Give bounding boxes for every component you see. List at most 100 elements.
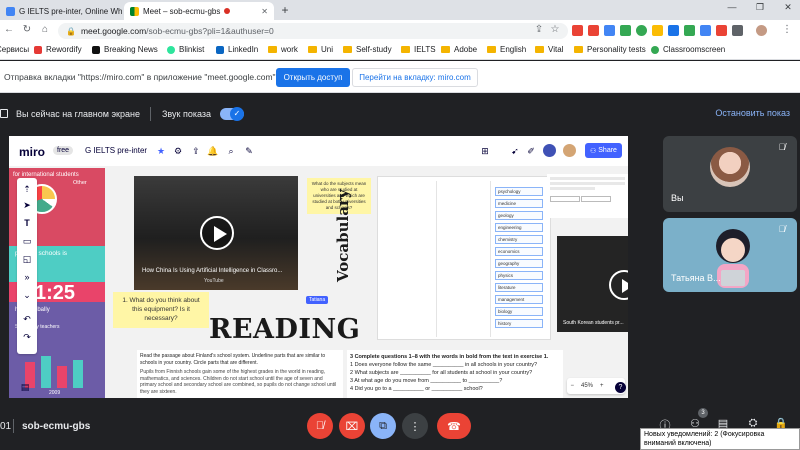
bookmark-blinkist[interactable]: Blinkist xyxy=(167,45,204,54)
maximize-button[interactable]: ❐ xyxy=(748,2,772,13)
bookmark-folder-work[interactable]: work xyxy=(268,45,298,54)
video-embed[interactable]: How China Is Using Artificial Intelligen… xyxy=(134,176,298,290)
vocab-word[interactable]: management xyxy=(495,295,543,304)
video-embed[interactable]: South Korean students pr... xyxy=(557,236,628,332)
participant-tile-tatiana[interactable]: 🎙̸ Татьяна В... xyxy=(663,218,797,292)
vocab-word[interactable]: chemistry xyxy=(495,235,543,244)
zoom-out-button[interactable]: − xyxy=(570,383,574,389)
extension-icon[interactable] xyxy=(668,25,679,36)
more-tools-icon[interactable]: » xyxy=(17,272,37,282)
stop-presenting-button[interactable]: Остановить показ xyxy=(715,108,790,118)
extension-icon[interactable] xyxy=(684,25,695,36)
exercise-1[interactable]: Read the passage about Finland's school … xyxy=(137,350,343,398)
vocab-word[interactable]: literature xyxy=(495,283,543,292)
tab-ielts[interactable]: G IELTS pre-inter, Online Wh ✕ xyxy=(0,2,122,20)
upload-icon[interactable]: ⇪ xyxy=(190,146,202,157)
search-icon[interactable]: ⌕ xyxy=(225,146,237,157)
back-icon[interactable]: ← xyxy=(2,24,16,35)
bookmark-folder-self-study[interactable]: Self-study xyxy=(343,45,392,54)
mic-off-button[interactable]: 🎙̸ xyxy=(307,413,333,439)
extension-icon[interactable] xyxy=(572,25,583,36)
bookmark-breaking-news[interactable]: Breaking News xyxy=(92,45,158,54)
extension-icon[interactable] xyxy=(636,25,647,36)
address-bar[interactable]: 🔒 meet.google.com /sob-ecmu-gbs?pli=1&au… xyxy=(58,23,568,39)
play-icon[interactable] xyxy=(609,270,628,300)
camera-off-icon: ⌧ xyxy=(345,420,359,433)
zoom-in-button[interactable]: + xyxy=(600,383,604,389)
profile-avatar[interactable] xyxy=(756,25,767,36)
vocab-word[interactable]: geography xyxy=(495,259,543,268)
shape-icon[interactable]: ◱ xyxy=(17,254,37,265)
vocab-word[interactable]: psychology xyxy=(495,187,543,196)
star-icon[interactable]: ★ xyxy=(155,146,167,157)
vocab-word[interactable]: history xyxy=(495,319,543,328)
present-button[interactable]: ⧉ xyxy=(370,413,396,439)
bookmark-folder-ielts[interactable]: IELTS xyxy=(401,45,436,54)
undo-icon[interactable]: ↶ xyxy=(17,314,37,325)
extension-icon[interactable] xyxy=(620,25,631,36)
home-icon[interactable]: ⌂ xyxy=(38,24,52,35)
sound-toggle[interactable]: ✓ xyxy=(220,107,244,121)
bookmark-folder-adobe[interactable]: Adobe xyxy=(441,45,477,54)
play-icon[interactable] xyxy=(200,216,234,250)
star-icon[interactable]: ☆ xyxy=(548,24,562,35)
reaction-icon[interactable]: ➹ xyxy=(509,146,521,157)
pen-icon[interactable]: ✐ xyxy=(525,146,537,157)
magic-icon[interactable]: ✎ xyxy=(243,146,255,157)
bookmark-folder-english[interactable]: English xyxy=(487,45,526,54)
cursor-icon[interactable]: ➤ xyxy=(17,200,37,211)
bookmark-folder-uni[interactable]: Uni xyxy=(308,45,333,54)
vocab-word[interactable]: geology xyxy=(495,211,543,220)
tab-meet[interactable]: Meet – sob-ecmu-gbs ✕ xyxy=(124,2,274,20)
extension-icon[interactable] xyxy=(604,25,615,36)
avatar[interactable] xyxy=(543,144,556,157)
help-icon[interactable]: ? xyxy=(615,382,626,393)
vocabulary-table[interactable]: psychology medicine geology engineering … xyxy=(377,176,551,340)
switch-tab-button[interactable]: Перейти на вкладку: miro.com xyxy=(352,68,478,87)
worksheet-snippet[interactable] xyxy=(547,174,628,218)
reload-icon[interactable]: ↻ xyxy=(20,24,34,35)
extension-icon[interactable] xyxy=(716,25,727,36)
miro-share-button[interactable]: ⚇ Share xyxy=(585,143,622,158)
redo-icon[interactable]: ↷ xyxy=(17,332,37,343)
puzzle-icon[interactable] xyxy=(732,25,743,36)
text-tool-icon[interactable]: T xyxy=(17,218,37,228)
close-window-button[interactable]: ✕ xyxy=(776,2,800,13)
camera-off-button[interactable]: ⌧ xyxy=(339,413,365,439)
new-tab-button[interactable]: + xyxy=(278,3,292,17)
extension-icon[interactable] xyxy=(588,25,599,36)
bookmark-apps[interactable]: Сервисы xyxy=(0,45,29,54)
vocab-word[interactable]: biology xyxy=(495,307,543,316)
exercise-3[interactable]: 3 Complete questions 1–8 with the words … xyxy=(347,350,563,398)
bookmark-classroomscreen[interactable]: Classroomscreen xyxy=(651,45,725,54)
panel-toggle-icon[interactable]: ▤ xyxy=(17,382,33,393)
board-name[interactable]: G IELTS pre-inter xyxy=(85,146,147,155)
leave-call-button[interactable]: ☎ xyxy=(437,413,471,439)
vocab-word[interactable]: physics xyxy=(495,271,543,280)
sticky-note-icon[interactable]: ▭ xyxy=(17,236,37,247)
chevron-down-icon[interactable]: ⌄ xyxy=(17,290,37,301)
bell-icon[interactable]: 🔔 xyxy=(207,146,219,157)
close-icon[interactable]: ✕ xyxy=(261,7,268,16)
sticky-note[interactable]: 1. What do you think about this equipmen… xyxy=(113,292,209,328)
extension-icon[interactable] xyxy=(700,25,711,36)
arrow-up-icon[interactable]: ⇡ xyxy=(17,184,37,195)
participant-tile-self[interactable]: 🎙̸ Вы xyxy=(663,136,797,212)
bookmark-folder-personality-tests[interactable]: Personality tests xyxy=(574,45,646,54)
vocab-word[interactable]: economics xyxy=(495,247,543,256)
minimize-button[interactable]: — xyxy=(720,2,744,12)
vocab-word[interactable]: medicine xyxy=(495,199,543,208)
avatar xyxy=(710,147,750,187)
share-icon[interactable]: ⇪ xyxy=(532,24,546,35)
more-options-button[interactable]: ⋮ xyxy=(402,413,428,439)
allow-access-button[interactable]: Открыть доступ xyxy=(276,68,350,87)
kebab-menu-icon[interactable]: ⋮ xyxy=(780,24,794,35)
apps-icon[interactable]: ⊞ xyxy=(479,146,491,157)
extension-icon[interactable] xyxy=(652,25,663,36)
gear-icon[interactable]: ⚙ xyxy=(172,146,184,157)
bookmark-folder-vital[interactable]: Vital xyxy=(535,45,563,54)
bookmark-linkedin[interactable]: LinkedIn xyxy=(216,45,258,54)
avatar[interactable] xyxy=(563,144,576,157)
vocab-word[interactable]: engineering xyxy=(495,223,543,232)
bookmark-rewordify[interactable]: Rewordify xyxy=(34,45,82,54)
